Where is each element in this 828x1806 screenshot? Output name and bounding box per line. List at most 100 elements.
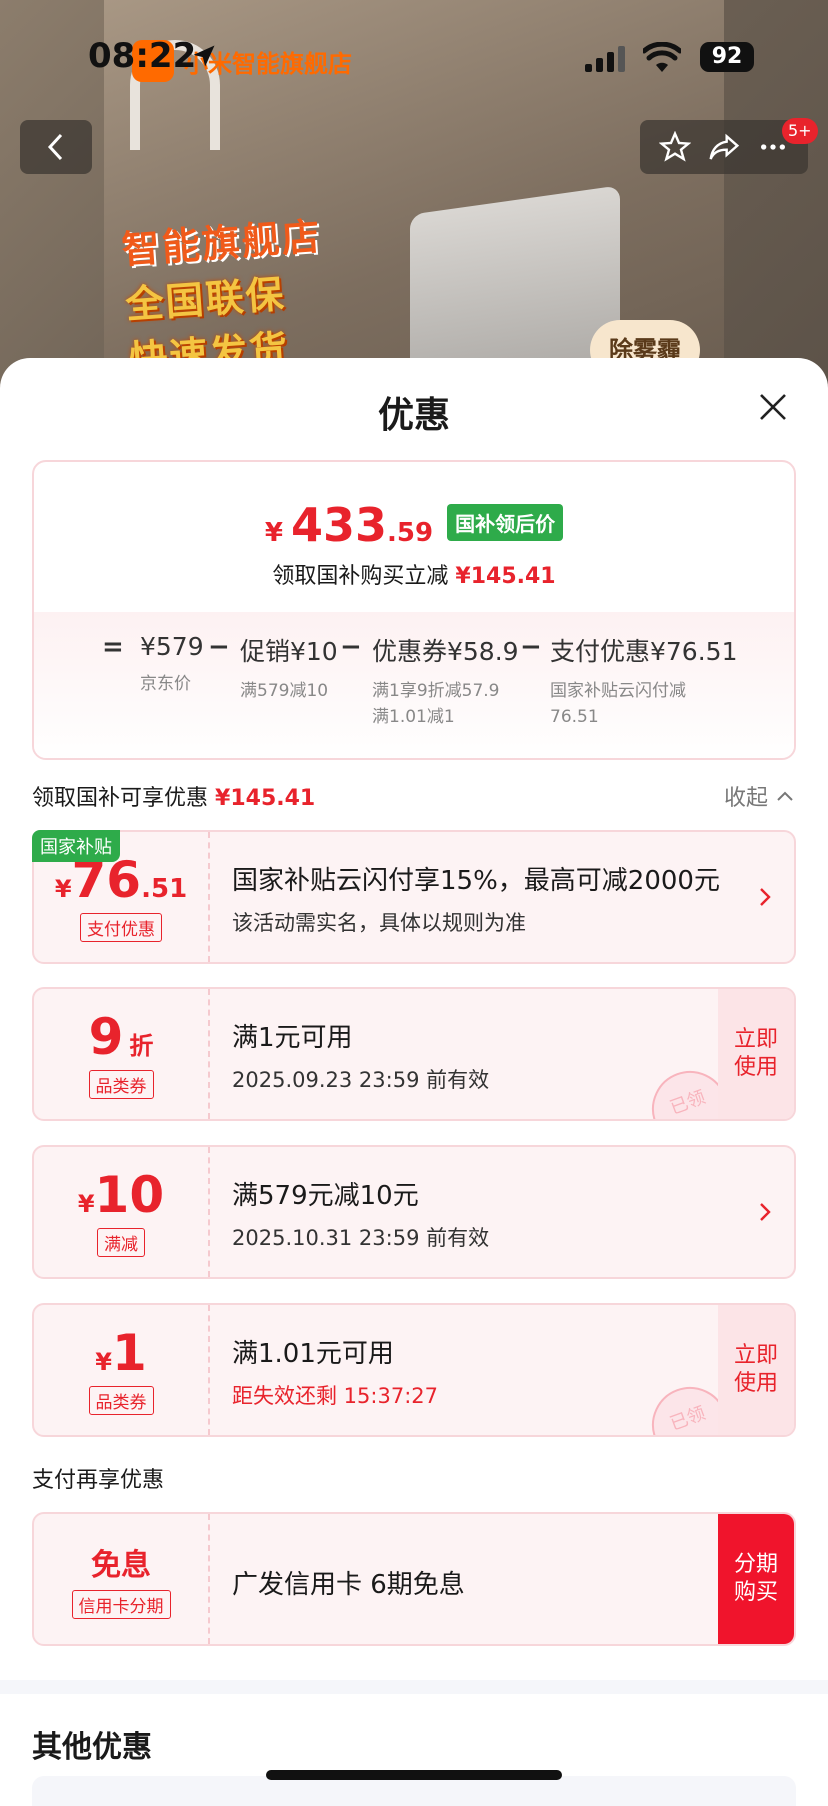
coupon-currency: ¥ [77, 1189, 95, 1218]
chevron-right-icon [760, 1203, 771, 1221]
coupon-decimal: .51 [141, 873, 188, 904]
formula-main: 优惠券¥58.9 [372, 637, 519, 666]
coupon-amount: 9 折 [89, 1010, 154, 1064]
coupon-currency: ¥ [54, 874, 72, 903]
final-price: ¥ 433.59 国补领后价 [34, 498, 794, 552]
coupon-value: 免息 信用卡分期 [34, 1514, 210, 1644]
other-discounts-title: 其他优惠 [32, 1730, 152, 1765]
formula-sub: 国家补贴云闪付减 [550, 681, 686, 701]
minus-sign: − [208, 632, 230, 662]
save-line: 领取国补购买立减 ¥145.41 [34, 558, 794, 590]
price-formula: = ¥579 京东价 − 促销¥10 满579减10 − 优惠券¥58.9 满1… [34, 632, 794, 752]
section-payment-discount: 支付再享优惠 [32, 1462, 164, 1494]
use-now-button[interactable]: 立即使用 [718, 1305, 794, 1435]
coupon-desc: 该活动需实名，具体以规则为准 [232, 911, 526, 935]
chevron-left-icon [47, 133, 63, 161]
price-summary-card: ¥ 433.59 国补领后价 领取国补购买立减 ¥145.41 = ¥579 京… [32, 460, 796, 760]
section-divider [0, 1680, 828, 1694]
back-button[interactable] [20, 120, 92, 174]
formula-item-promo: 促销¥10 满579减10 [240, 632, 338, 704]
coupon-number: 10 [94, 1165, 165, 1224]
formula-item-coupon: 优惠券¥58.9 满1享9折减57.9 满1.01减1 [372, 632, 519, 730]
save-amount: ¥145.41 [455, 564, 556, 589]
status-bar: 08:22 92 [0, 28, 828, 84]
price-currency: ¥ [264, 518, 283, 548]
home-indicator[interactable] [266, 1770, 562, 1780]
installment-buy-button[interactable]: 分期购买 [718, 1514, 794, 1644]
formula-item-jd-price: ¥579 京东价 [140, 632, 204, 697]
coupon-installment: 免息 信用卡分期 广发信用卡 6期免息 分期购买 [32, 1512, 796, 1646]
coupon-validity: 2025.10.31 23:59 前有效 [232, 1226, 490, 1250]
coupon-amount: ¥ 1 [95, 1326, 147, 1380]
close-icon[interactable] [758, 392, 788, 422]
battery-indicator: 92 [700, 42, 754, 72]
coupon-body: 国家补贴云闪付享15%，最高可减2000元 该活动需实名，具体以规则为准 [232, 860, 720, 937]
coupon-type-label: 支付优惠 [80, 912, 162, 942]
coupon-title: 满1元可用 [232, 1023, 353, 1053]
coupon-type-label: 信用卡分期 [71, 1589, 171, 1619]
coupon-value: 9 折 品类券 [34, 989, 210, 1119]
save-text: 领取国补购买立减 [272, 564, 449, 589]
coupon-full-reduction[interactable]: ¥ 10 满减 满579元减10元 2025.10.31 23:59 前有效 [32, 1145, 796, 1279]
status-time: 08:22 [88, 36, 197, 76]
coupon-type-label: 满减 [97, 1227, 145, 1257]
coupon-type-label: 品类券 [88, 1069, 154, 1099]
coupon-value: ¥ 10 满减 [34, 1147, 210, 1277]
chevron-up-icon [777, 791, 793, 801]
coupon-category-discount: 9 折 品类券 满1元可用 2025.09.23 23:59 前有效 已领 立即… [32, 987, 796, 1121]
national-subsidy-tag: 国家补贴 [32, 830, 120, 862]
formula-main: 支付优惠¥76.51 [550, 637, 738, 666]
price-decimal: .59 [387, 518, 434, 548]
message-count-badge: 5+ [782, 118, 818, 144]
coupon-body: 满579元减10元 2025.10.31 23:59 前有效 [232, 1175, 489, 1252]
section-label: 领取国补可享优惠 [32, 786, 209, 811]
minus-sign: − [520, 632, 542, 662]
section-national-subsidy: 领取国补可享优惠 ¥145.41 [32, 780, 315, 812]
star-icon[interactable] [658, 131, 691, 163]
location-arrow-icon [193, 45, 215, 67]
formula-sub: 满579减10 [240, 681, 329, 701]
coupon-number: 1 [111, 1323, 147, 1382]
section-amount: ¥145.41 [215, 786, 316, 811]
interest-free-label: 免息 [91, 1547, 151, 1583]
collapse-label: 收起 [724, 786, 769, 811]
minus-sign: − [340, 632, 362, 662]
equals-sign: = [102, 632, 124, 662]
coupon-body: 广发信用卡 6期免息 [232, 1564, 465, 1601]
coupon-body: 满1.01元可用 距失效还剩 15:37:27 [232, 1333, 438, 1410]
coupon-payment-subsidy[interactable]: ¥ 76 .51 支付优惠 国家补贴云闪付享15%，最高可减2000元 该活动需… [32, 830, 796, 964]
wifi-icon [643, 42, 681, 72]
share-icon[interactable] [708, 131, 740, 163]
formula-main: ¥579 [140, 632, 204, 661]
price-integer: 433 [291, 498, 388, 552]
formula-main: 促销¥10 [240, 637, 338, 666]
formula-item-payment: 支付优惠¥76.51 国家补贴云闪付减 76.51 [550, 632, 737, 730]
coupon-countdown: 距失效还剩 15:37:27 [232, 1384, 438, 1408]
coupon-title: 满1.01元可用 [232, 1339, 394, 1369]
chevron-right-icon [760, 888, 771, 906]
cellular-signal-icon [585, 46, 625, 72]
coupon-type-label: 品类券 [88, 1385, 154, 1415]
coupon-validity: 2025.09.23 23:59 前有效 [232, 1068, 490, 1092]
formula-sub-2: 满1.01减1 [372, 707, 455, 727]
promo-sign: 智能旗舰店 全国联保 快速发货 [120, 201, 391, 382]
price-tag-badge: 国补领后价 [447, 504, 564, 541]
formula-sub: 满1享9折减57.9 [372, 681, 500, 701]
collapse-button[interactable]: 收起 [724, 780, 794, 812]
coupon-title: 广发信用卡 6期免息 [232, 1570, 465, 1600]
coupon-body: 满1元可用 2025.09.23 23:59 前有效 [232, 1017, 489, 1094]
coupon-number: 9 [88, 1007, 124, 1066]
sheet-title: 优惠 [377, 395, 450, 436]
coupon-category-one-yuan: ¥ 1 品类券 满1.01元可用 距失效还剩 15:37:27 已领 立即使用 [32, 1303, 796, 1437]
coupon-unit: 折 [129, 1031, 154, 1060]
coupon-amount: ¥ 10 [78, 1168, 164, 1222]
other-discounts-card [32, 1776, 796, 1806]
use-now-button[interactable]: 立即使用 [718, 989, 794, 1119]
coupon-amount: 免息 [91, 1540, 151, 1584]
coupon-value: ¥ 1 品类券 [34, 1305, 210, 1435]
coupon-title: 满579元减10元 [232, 1181, 419, 1211]
coupon-currency: ¥ [95, 1347, 112, 1376]
formula-sub: 京东价 [140, 674, 191, 694]
section-label: 支付再享优惠 [32, 1468, 165, 1493]
coupon-title: 国家补贴云闪付享15%，最高可减2000元 [232, 866, 720, 896]
